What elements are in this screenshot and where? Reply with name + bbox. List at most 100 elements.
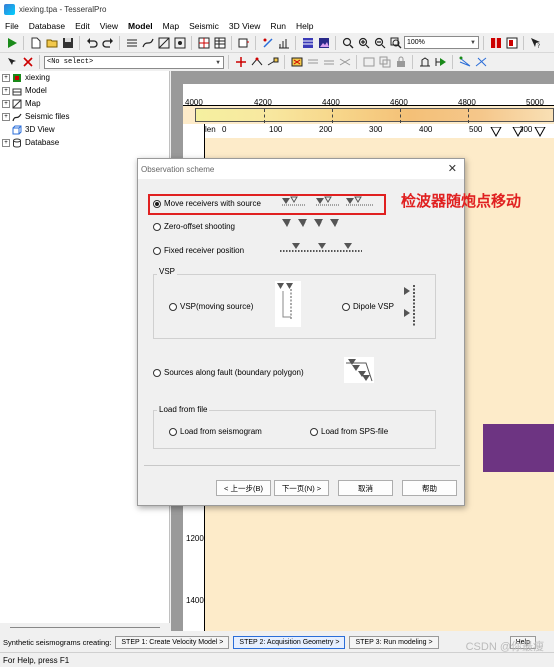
ray-trace-icon[interactable] bbox=[457, 55, 472, 70]
tree-item-xiexing[interactable]: + xiexing bbox=[0, 71, 169, 84]
vsp-group-label: VSP bbox=[157, 267, 178, 276]
help-button[interactable]: 帮助 bbox=[402, 480, 457, 496]
option-sources-fault[interactable]: Sources along fault (boundary polygon) bbox=[153, 368, 304, 377]
new-file-icon[interactable] bbox=[28, 35, 43, 50]
step-3-button[interactable]: STEP 3: Run modeling > bbox=[349, 636, 439, 649]
option-vsp-moving[interactable]: VSP(moving source) bbox=[169, 302, 253, 311]
radio-vsp-moving[interactable] bbox=[169, 302, 177, 311]
radio-dipole-vsp[interactable] bbox=[342, 302, 350, 311]
split-icon[interactable] bbox=[361, 55, 376, 70]
color-table-icon[interactable] bbox=[300, 35, 315, 50]
undo-icon[interactable] bbox=[84, 35, 99, 50]
add-point-icon[interactable] bbox=[233, 55, 248, 70]
tree-item-3d-view[interactable]: 3D View bbox=[0, 123, 169, 136]
layer-up-icon[interactable] bbox=[305, 55, 320, 70]
tree-item-seismic-files[interactable]: + Seismic files bbox=[0, 110, 169, 123]
expand-icon[interactable]: + bbox=[2, 99, 10, 108]
open-folder-icon[interactable] bbox=[44, 35, 59, 50]
option-dipole-vsp[interactable]: Dipole VSP bbox=[342, 302, 394, 311]
step-2-button[interactable]: STEP 2: Acquisition Geometry > bbox=[233, 636, 346, 649]
zoom-fit-icon[interactable] bbox=[388, 35, 403, 50]
menu-model[interactable]: Model bbox=[123, 21, 158, 31]
main-toolbar: 100% ▼ ? bbox=[0, 33, 554, 53]
svg-text:?: ? bbox=[537, 43, 540, 49]
pointer-icon[interactable] bbox=[4, 55, 19, 70]
polygon-icon[interactable] bbox=[156, 35, 171, 50]
radio-fixed-receiver[interactable] bbox=[153, 246, 161, 255]
radio-load-sps[interactable] bbox=[310, 427, 318, 436]
tree-scrollbar[interactable] bbox=[0, 623, 170, 631]
wells-icon[interactable] bbox=[260, 35, 275, 50]
menu-view[interactable]: View bbox=[95, 21, 123, 31]
option-move-receivers[interactable]: Move receivers with source bbox=[153, 199, 261, 208]
menu-3dview[interactable]: 3D View bbox=[224, 21, 266, 31]
radio-move-receivers[interactable] bbox=[153, 199, 161, 208]
delete-icon[interactable] bbox=[20, 55, 35, 70]
zero-offset-icon bbox=[282, 219, 339, 228]
radio-sources-fault[interactable] bbox=[153, 368, 161, 377]
radio-load-seismogram[interactable] bbox=[169, 427, 177, 436]
lock-icon[interactable] bbox=[393, 55, 408, 70]
object-select[interactable]: <No select> ▼ bbox=[44, 55, 224, 69]
zoom-in-icon[interactable] bbox=[340, 35, 355, 50]
x-tick-label: 4200 bbox=[254, 98, 272, 107]
back-button[interactable]: < 上一步(B) bbox=[216, 480, 271, 496]
zoom-area-icon[interactable] bbox=[172, 35, 187, 50]
bookmark-icon[interactable] bbox=[504, 35, 519, 50]
option-load-sps[interactable]: Load from SPS-file bbox=[310, 427, 388, 436]
zoom-select[interactable]: 100% ▼ bbox=[404, 36, 479, 49]
x-tick-label: 4000 bbox=[185, 98, 203, 107]
menu-map[interactable]: Map bbox=[158, 21, 185, 31]
table-icon[interactable] bbox=[212, 35, 227, 50]
menu-seismic[interactable]: Seismic bbox=[184, 21, 224, 31]
expand-icon[interactable]: + bbox=[2, 86, 10, 95]
arrow-right-icon[interactable] bbox=[433, 55, 448, 70]
next-button[interactable]: 下一页(N) > bbox=[274, 480, 329, 496]
menu-database[interactable]: Database bbox=[24, 21, 70, 31]
expand-icon[interactable]: + bbox=[2, 138, 10, 147]
properties-icon[interactable] bbox=[236, 35, 251, 50]
help-pointer-icon[interactable]: ? bbox=[528, 35, 543, 50]
menu-help[interactable]: Help bbox=[291, 21, 318, 31]
expand-icon[interactable]: + bbox=[2, 73, 10, 82]
expand-icon[interactable]: + bbox=[2, 112, 10, 121]
option-load-seismogram[interactable]: Load from seismogram bbox=[169, 427, 262, 436]
well-path-icon[interactable] bbox=[417, 55, 432, 70]
menu-edit[interactable]: Edit bbox=[70, 21, 95, 31]
scale-icon[interactable] bbox=[276, 35, 291, 50]
wave-icon[interactable] bbox=[473, 55, 488, 70]
redo-icon[interactable] bbox=[100, 35, 115, 50]
menu-run[interactable]: Run bbox=[265, 21, 291, 31]
save-icon[interactable] bbox=[60, 35, 75, 50]
run-icon[interactable] bbox=[4, 35, 19, 50]
radio-zero-offset[interactable] bbox=[153, 222, 161, 231]
option-zero-offset[interactable]: Zero-offset shooting bbox=[153, 222, 235, 231]
distance-tick-label: 300 bbox=[369, 125, 383, 134]
option-fixed-receiver[interactable]: Fixed receiver position bbox=[153, 246, 244, 255]
zoom-plus-icon[interactable] bbox=[356, 35, 371, 50]
option-label: Dipole VSP bbox=[353, 302, 394, 311]
cancel-button[interactable]: 取消 bbox=[338, 480, 393, 496]
copy-layer-icon[interactable] bbox=[377, 55, 392, 70]
layer-edit-icon[interactable] bbox=[124, 35, 139, 50]
curve-icon[interactable] bbox=[140, 35, 155, 50]
tree-item-map[interactable]: + Map bbox=[0, 97, 169, 110]
close-icon[interactable]: ✕ bbox=[448, 162, 457, 175]
move-point-icon[interactable] bbox=[249, 55, 264, 70]
grid-icon[interactable] bbox=[196, 35, 211, 50]
edit-toolbar: <No select> ▼ bbox=[0, 53, 554, 71]
remove-node-icon[interactable] bbox=[289, 55, 304, 70]
tree-item-database[interactable]: + Database bbox=[0, 136, 169, 149]
x-tick-label: 4800 bbox=[458, 98, 476, 107]
merge-icon[interactable] bbox=[337, 55, 352, 70]
project-icon bbox=[12, 73, 22, 83]
tree-item-model[interactable]: + Model bbox=[0, 84, 169, 97]
split-view-icon[interactable] bbox=[488, 35, 503, 50]
insert-node-icon[interactable] bbox=[265, 55, 280, 70]
layer-down-icon[interactable] bbox=[321, 55, 336, 70]
dialog-divider bbox=[144, 465, 460, 466]
menu-file[interactable]: File bbox=[0, 21, 24, 31]
step-1-button[interactable]: STEP 1: Create Velocity Model > bbox=[115, 636, 230, 649]
image-icon[interactable] bbox=[316, 35, 331, 50]
zoom-minus-icon[interactable] bbox=[372, 35, 387, 50]
